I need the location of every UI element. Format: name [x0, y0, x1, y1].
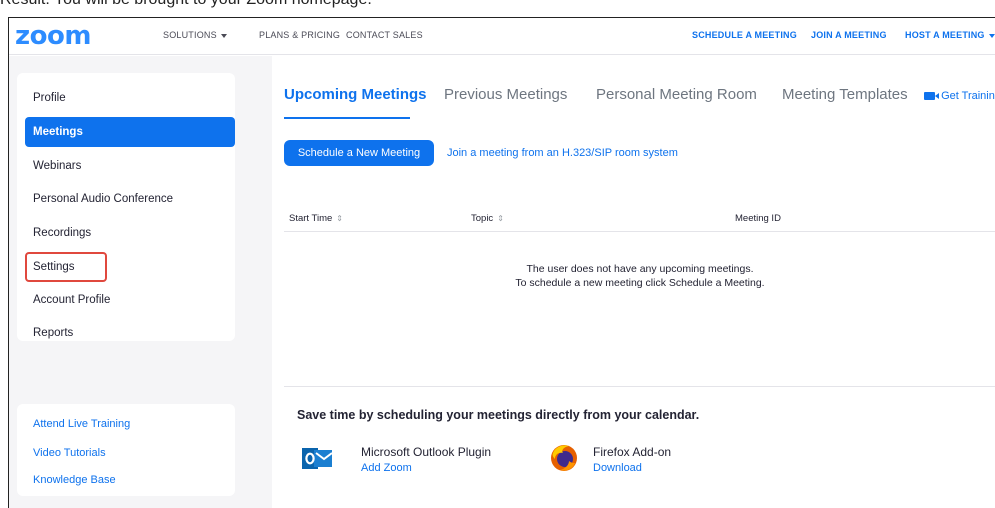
sort-icon: ⇕ — [497, 214, 504, 223]
chevron-down-icon — [988, 33, 995, 38]
column-start-time-label: Start Time — [289, 213, 333, 224]
chevron-down-icon — [220, 33, 227, 38]
tab-upcoming-meetings[interactable]: Upcoming Meetings — [284, 86, 427, 103]
firefox-icon — [551, 445, 577, 471]
sidebar-item-recordings[interactable]: Recordings — [25, 218, 235, 248]
sidebar-item-webinars[interactable]: Webinars — [25, 151, 235, 181]
sidebar-item-settings[interactable]: Settings — [25, 252, 107, 282]
active-tab-indicator — [284, 117, 410, 119]
meetings-table-header: Start Time ⇕ Topic ⇕ Meeting ID — [284, 208, 995, 232]
help-link-video-tutorials[interactable]: Video Tutorials — [25, 440, 225, 466]
nav-plans-pricing[interactable]: PLANS & PRICING — [259, 30, 340, 40]
sidebar-item-reports[interactable]: Reports — [25, 318, 235, 348]
help-link-live-training[interactable]: Attend Live Training — [25, 411, 225, 437]
nav-host-meeting[interactable]: HOST A MEETING — [905, 30, 995, 40]
nav-host-meeting-label: HOST A MEETING — [905, 30, 985, 40]
section-divider — [284, 386, 995, 387]
firefox-addon-title: Firefox Add-on — [593, 445, 672, 459]
outlook-add-zoom-link[interactable]: Add Zoom — [361, 462, 412, 474]
empty-state-line-2: To schedule a new meeting click Schedule… — [515, 277, 765, 289]
video-camera-icon — [924, 92, 939, 101]
sidebar-item-meetings[interactable]: Meetings — [25, 117, 235, 147]
empty-state: The user does not have any upcoming meet… — [284, 262, 995, 290]
top-nav: zoom SOLUTIONS PLANS & PRICING CONTACT S… — [9, 18, 995, 55]
sidebar-item-account-profile[interactable]: Account Profile — [25, 285, 235, 315]
tab-meeting-templates[interactable]: Meeting Templates — [782, 86, 908, 103]
tab-personal-meeting-room[interactable]: Personal Meeting Room — [596, 86, 757, 103]
schedule-new-meeting-button[interactable]: Schedule a New Meeting — [284, 140, 434, 166]
outlook-icon — [302, 448, 332, 469]
nav-solutions-label: SOLUTIONS — [163, 30, 217, 40]
nav-contact-sales[interactable]: CONTACT SALES — [346, 30, 423, 40]
column-start-time[interactable]: Start Time ⇕ — [289, 213, 343, 224]
browser-frame: zoom SOLUTIONS PLANS & PRICING CONTACT S… — [8, 17, 995, 508]
sidebar-item-personal-audio-conference[interactable]: Personal Audio Conference — [25, 184, 235, 214]
empty-state-line-1: The user does not have any upcoming meet… — [526, 263, 754, 275]
calendar-promo-heading: Save time by scheduling your meetings di… — [297, 408, 700, 422]
tab-previous-meetings[interactable]: Previous Meetings — [444, 86, 567, 103]
column-topic-label: Topic — [471, 213, 494, 224]
firefox-download-link[interactable]: Download — [593, 462, 642, 474]
sidebar-menu: Profile Meetings Webinars Personal Audio… — [17, 73, 235, 341]
join-sip-room-link[interactable]: Join a meeting from an H.323/SIP room sy… — [447, 147, 678, 159]
help-link-knowledge-base[interactable]: Knowledge Base — [25, 467, 225, 493]
get-training-label: Get Trainin — [941, 90, 995, 102]
sidebar: Profile Meetings Webinars Personal Audio… — [9, 56, 272, 508]
sort-icon: ⇕ — [336, 214, 343, 223]
outlook-plugin-title: Microsoft Outlook Plugin — [361, 445, 492, 459]
page-caption: Result: You will be brought to your Zoom… — [0, 0, 372, 9]
zoom-logo[interactable]: zoom — [15, 23, 91, 49]
nav-solutions[interactable]: SOLUTIONS — [163, 30, 227, 40]
nav-join-meeting[interactable]: JOIN A MEETING — [811, 30, 887, 40]
nav-schedule-meeting[interactable]: SCHEDULE A MEETING — [692, 30, 797, 40]
meeting-tabs: Upcoming Meetings Previous Meetings Pers… — [284, 70, 995, 120]
column-meeting-id: Meeting ID — [735, 213, 781, 224]
column-topic[interactable]: Topic ⇕ — [471, 213, 504, 224]
sidebar-item-profile[interactable]: Profile — [25, 83, 235, 113]
sidebar-help: Attend Live Training Video Tutorials Kno… — [17, 404, 235, 496]
get-training-link[interactable]: Get Trainin — [924, 90, 995, 102]
